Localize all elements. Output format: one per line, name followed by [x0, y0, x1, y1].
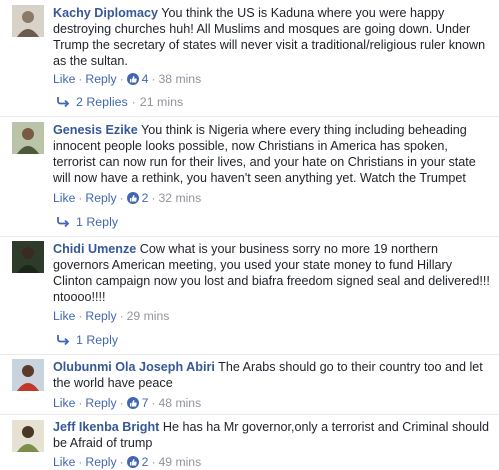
divider: [0, 236, 499, 237]
like-button[interactable]: Like: [53, 455, 75, 469]
timestamp[interactable]: 49 mins: [159, 455, 202, 469]
reply-button[interactable]: Reply: [85, 396, 116, 410]
timestamp[interactable]: 32 mins: [159, 191, 202, 205]
separator: ·: [119, 396, 124, 410]
view-replies-link[interactable]: 2 Replies · 21 mins: [56, 94, 183, 111]
avatar[interactable]: [12, 241, 44, 273]
comment-actions: Like · Reply · 29 mins: [53, 308, 169, 324]
comment-actions: Like · Reply · 2 · 49 mins: [53, 454, 201, 470]
avatar[interactable]: [12, 5, 44, 37]
replies-count[interactable]: 1 Reply: [76, 215, 118, 229]
like-count[interactable]: 7: [142, 396, 149, 410]
like-count[interactable]: 4: [142, 72, 149, 86]
comment-author[interactable]: Jeff Ikenba Bright: [53, 420, 159, 434]
divider: [0, 414, 499, 415]
separator: ·: [78, 455, 83, 469]
view-replies-link[interactable]: 1 Reply: [56, 332, 118, 349]
like-count[interactable]: 2: [142, 455, 149, 469]
like-count-icon: [126, 192, 139, 204]
avatar[interactable]: [12, 359, 44, 391]
like-button[interactable]: Like: [53, 396, 75, 410]
like-button[interactable]: Like: [53, 72, 75, 86]
reply-button[interactable]: Reply: [85, 455, 116, 469]
separator: ·: [151, 396, 156, 410]
separator: ·: [131, 95, 136, 109]
replies-count[interactable]: 2 Replies: [76, 95, 128, 109]
comment-body: Genesis Ezike You think is Nigeria where…: [53, 122, 493, 186]
separator: ·: [151, 191, 156, 205]
comment-author[interactable]: Olubunmi Ola Joseph Abiri: [53, 360, 215, 374]
comment-actions: Like · Reply · 2 · 32 mins: [53, 190, 201, 206]
comment-author[interactable]: Genesis Ezike: [53, 123, 138, 137]
divider: [0, 354, 499, 355]
comment-author[interactable]: Chidi Umenze: [53, 242, 136, 256]
comment-body: Olubunmi Ola Joseph Abiri The Arabs shou…: [53, 359, 493, 391]
separator: ·: [78, 72, 83, 86]
view-replies-link[interactable]: 1 Reply: [56, 214, 118, 231]
replies-time: 21 mins: [139, 95, 184, 109]
comment-actions: Like · Reply · 4 · 38 mins: [53, 71, 201, 87]
comment-body: Jeff Ikenba Bright He has ha Mr governor…: [53, 419, 493, 451]
reply-arrow-icon: [56, 215, 70, 231]
separator: ·: [119, 191, 124, 205]
separator: ·: [78, 309, 83, 323]
like-button[interactable]: Like: [53, 309, 75, 323]
like-count[interactable]: 2: [142, 191, 149, 205]
avatar[interactable]: [12, 420, 44, 452]
reply-button[interactable]: Reply: [85, 309, 116, 323]
separator: ·: [78, 191, 83, 205]
separator: ·: [119, 455, 124, 469]
like-count-icon: [126, 73, 139, 85]
comment-body: Chidi Umenze Cow what is your business s…: [53, 241, 493, 305]
separator: ·: [119, 72, 124, 86]
timestamp[interactable]: 48 mins: [159, 396, 202, 410]
like-count-icon: [126, 456, 139, 468]
separator: ·: [119, 309, 124, 323]
reply-arrow-icon: [56, 95, 70, 111]
separator: ·: [151, 72, 156, 86]
reply-arrow-icon: [56, 333, 70, 349]
reply-button[interactable]: Reply: [85, 72, 116, 86]
avatar[interactable]: [12, 122, 44, 154]
separator: ·: [78, 396, 83, 410]
like-count-icon: [126, 397, 139, 409]
comment-body: Kachy Diplomacy You think the US is Kadu…: [53, 5, 493, 69]
comment-author[interactable]: Kachy Diplomacy: [53, 6, 158, 20]
like-button[interactable]: Like: [53, 191, 75, 205]
reply-button[interactable]: Reply: [85, 191, 116, 205]
timestamp[interactable]: 29 mins: [127, 309, 170, 323]
comment-actions: Like · Reply · 7 · 48 mins: [53, 395, 201, 411]
replies-count[interactable]: 1 Reply: [76, 333, 118, 347]
timestamp[interactable]: 38 mins: [159, 72, 202, 86]
separator: ·: [151, 455, 156, 469]
divider: [0, 116, 499, 117]
